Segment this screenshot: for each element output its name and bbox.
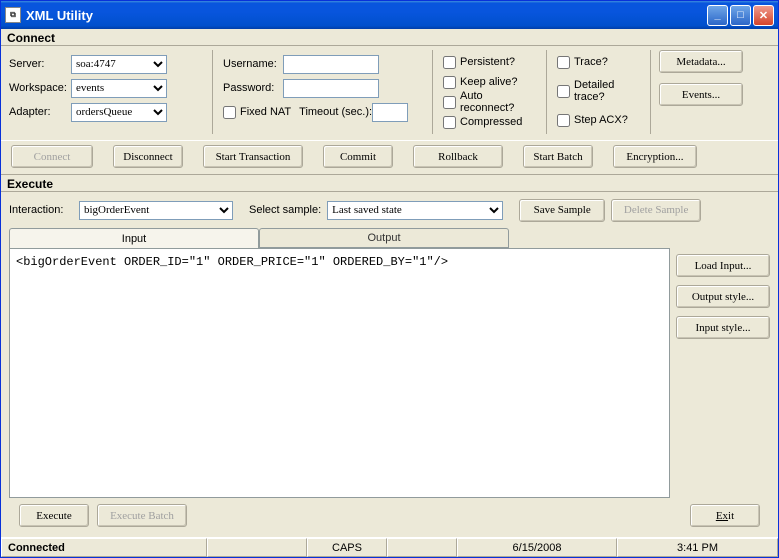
delete-sample-button[interactable]: Delete Sample xyxy=(611,199,701,222)
app-icon: ⧉ xyxy=(5,7,21,23)
xml-input-textarea[interactable]: <bigOrderEvent ORDER_ID="1" ORDER_PRICE=… xyxy=(10,249,669,497)
statusbar: Connected CAPS 6/15/2008 3:41 PM xyxy=(1,537,778,557)
titlebar[interactable]: ⧉ XML Utility _ □ ✕ xyxy=(1,1,778,29)
disconnect-button[interactable]: Disconnect xyxy=(113,145,183,168)
password-label: Password: xyxy=(223,82,283,94)
status-blank1 xyxy=(207,538,307,557)
timeout-input[interactable] xyxy=(372,103,408,122)
trace-label: Trace? xyxy=(574,56,608,68)
persistent-checkbox[interactable] xyxy=(443,56,456,69)
adapter-label: Adapter: xyxy=(9,106,71,118)
exit-label-rest: it xyxy=(728,510,734,522)
trace-checkbox[interactable] xyxy=(557,56,570,69)
workspace-label: Workspace: xyxy=(9,82,71,94)
rollback-button[interactable]: Rollback xyxy=(413,145,503,168)
username-label: Username: xyxy=(223,58,283,70)
metadata-button[interactable]: Metadata... xyxy=(659,50,743,73)
select-sample-combo[interactable]: Last saved state xyxy=(327,201,503,220)
status-blank2 xyxy=(387,538,457,557)
save-sample-button[interactable]: Save Sample xyxy=(519,199,605,222)
connect-button[interactable]: Connect xyxy=(11,145,93,168)
workspace-combo[interactable]: events xyxy=(71,79,167,98)
app-window: ⧉ XML Utility _ □ ✕ Connect Server: soa:… xyxy=(0,0,779,558)
window-title: XML Utility xyxy=(26,8,707,23)
server-combo[interactable]: soa:4747 xyxy=(71,55,167,74)
start-transaction-button[interactable]: Start Transaction xyxy=(203,145,303,168)
tab-input[interactable]: Input xyxy=(9,228,259,248)
tab-output-label: Output xyxy=(367,232,400,244)
load-input-button[interactable]: Load Input... xyxy=(676,254,770,277)
timeout-label: Timeout (sec.): xyxy=(299,106,372,118)
interaction-combo[interactable]: bigOrderEvent xyxy=(79,201,233,220)
interaction-label: Interaction: xyxy=(9,204,73,216)
maximize-button[interactable]: □ xyxy=(730,5,751,26)
execute-group-title: Execute xyxy=(1,175,778,192)
execute-button[interactable]: Execute xyxy=(19,504,89,527)
encryption-button[interactable]: Encryption... xyxy=(613,145,697,168)
status-date: 6/15/2008 xyxy=(457,538,617,557)
server-label: Server: xyxy=(9,58,71,70)
keepalive-checkbox[interactable] xyxy=(443,76,456,89)
detailed-trace-checkbox[interactable] xyxy=(557,85,570,98)
status-connected: Connected xyxy=(1,538,207,557)
connect-group-title: Connect xyxy=(1,29,778,46)
status-time: 3:41 PM xyxy=(617,538,778,557)
status-caps: CAPS xyxy=(307,538,387,557)
step-acx-label: Step ACX? xyxy=(574,114,628,126)
exit-button[interactable]: Exit xyxy=(690,504,760,527)
adapter-combo[interactable]: ordersQueue xyxy=(71,103,167,122)
tab-input-label: Input xyxy=(122,233,146,245)
start-batch-button[interactable]: Start Batch xyxy=(523,145,593,168)
password-input[interactable] xyxy=(283,79,379,98)
compressed-label: Compressed xyxy=(460,116,522,128)
step-acx-checkbox[interactable] xyxy=(557,114,570,127)
compressed-checkbox[interactable] xyxy=(443,116,456,129)
output-style-button[interactable]: Output style... xyxy=(676,285,770,308)
tab-output[interactable]: Output xyxy=(259,228,509,248)
detailed-trace-label: Detailed trace? xyxy=(574,79,642,103)
persistent-label: Persistent? xyxy=(460,56,515,68)
minimize-button[interactable]: _ xyxy=(707,5,728,26)
username-input[interactable] xyxy=(283,55,379,74)
execute-batch-button[interactable]: Execute Batch xyxy=(97,504,187,527)
input-style-button[interactable]: Input style... xyxy=(676,316,770,339)
autoreconnect-checkbox[interactable] xyxy=(443,96,456,109)
select-sample-label: Select sample: xyxy=(249,204,321,216)
events-button[interactable]: Events... xyxy=(659,83,743,106)
fixed-nat-label: Fixed NAT xyxy=(240,106,291,118)
keepalive-label: Keep alive? xyxy=(460,76,518,88)
commit-button[interactable]: Commit xyxy=(323,145,393,168)
fixed-nat-checkbox[interactable] xyxy=(223,106,236,119)
autoreconnect-label: Auto reconnect? xyxy=(460,90,538,114)
close-button[interactable]: ✕ xyxy=(753,5,774,26)
